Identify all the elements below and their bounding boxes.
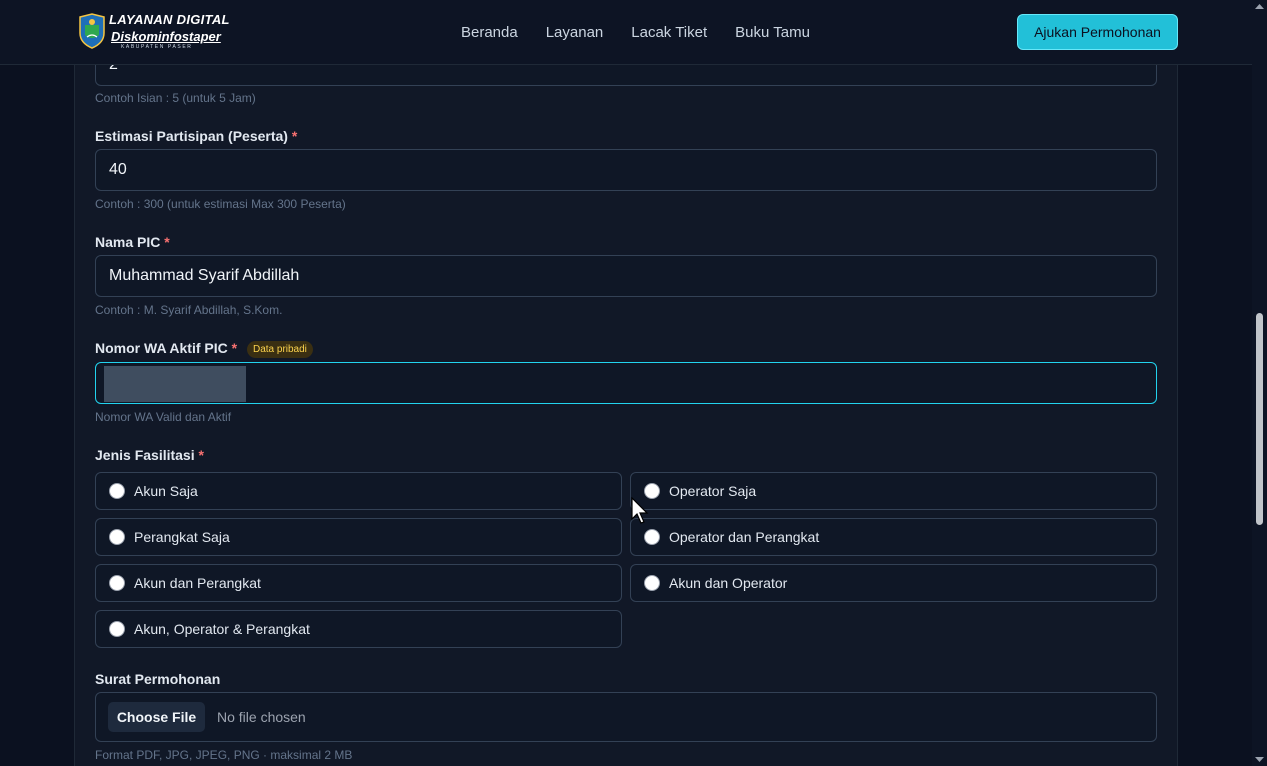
participants-value: 40 bbox=[109, 161, 127, 178]
facility-option-akun-saja[interactable]: Akun Saja bbox=[95, 472, 622, 510]
facility-option-label: Akun, Operator & Perangkat bbox=[134, 621, 310, 637]
required-marker: * bbox=[291, 128, 298, 144]
submit-request-button[interactable]: Ajukan Permohonan bbox=[1017, 14, 1178, 50]
top-header: LAYANAN DIGITAL Diskominfostaper KABUPAT… bbox=[0, 0, 1252, 65]
pic-label: Nama PIC * bbox=[95, 234, 170, 250]
facility-option-label: Perangkat Saja bbox=[134, 529, 230, 545]
pic-label-text: Nama PIC bbox=[95, 234, 161, 250]
site-logo[interactable]: LAYANAN DIGITAL Diskominfostaper KABUPAT… bbox=[77, 11, 237, 53]
emblem-icon bbox=[79, 13, 105, 49]
facility-option-label: Akun dan Perangkat bbox=[134, 575, 261, 591]
page-scrollbar[interactable] bbox=[1252, 0, 1267, 766]
file-upload-field[interactable]: Choose File No file chosen bbox=[95, 692, 1157, 742]
nav-buku-tamu[interactable]: Buku Tamu bbox=[735, 24, 810, 41]
facility-label: Jenis Fasilitasi * bbox=[95, 447, 204, 463]
logo-title: LAYANAN DIGITAL bbox=[109, 12, 230, 27]
pic-name-value: Muhammad Syarif Abdillah bbox=[109, 267, 300, 284]
redacted-value bbox=[104, 366, 246, 402]
facility-option-akun-dan-perangkat[interactable]: Akun dan Perangkat bbox=[95, 564, 622, 602]
logo-caption: KABUPATEN PASER bbox=[121, 44, 193, 50]
participants-input[interactable]: 40 bbox=[95, 149, 1157, 191]
radio-icon[interactable] bbox=[109, 483, 125, 499]
facility-option-label: Operator Saja bbox=[669, 483, 757, 499]
private-data-badge: Data pribadi bbox=[246, 341, 313, 358]
participants-label-text: Estimasi Partisipan (Peserta) bbox=[95, 128, 288, 144]
scroll-up-icon[interactable] bbox=[1255, 3, 1264, 10]
required-marker: * bbox=[231, 340, 238, 356]
facility-option-akun-dan-operator[interactable]: Akun dan Operator bbox=[630, 564, 1157, 602]
scroll-thumb[interactable] bbox=[1256, 313, 1263, 525]
duration-hint: Contoh Isian : 5 (untuk 5 Jam) bbox=[95, 91, 256, 105]
wa-number-input[interactable] bbox=[95, 362, 1157, 404]
facility-option-operator-saja[interactable]: Operator Saja bbox=[630, 472, 1157, 510]
participants-label: Estimasi Partisipan (Peserta) * bbox=[95, 128, 297, 144]
mouse-cursor-icon bbox=[631, 497, 649, 524]
radio-icon[interactable] bbox=[109, 575, 125, 591]
facility-option-label: Akun Saja bbox=[134, 483, 198, 499]
pic-name-input[interactable]: Muhammad Syarif Abdillah bbox=[95, 255, 1157, 297]
radio-icon[interactable] bbox=[644, 575, 660, 591]
radio-icon[interactable] bbox=[644, 529, 660, 545]
nav-lacak-tiket[interactable]: Lacak Tiket bbox=[631, 24, 707, 41]
main-nav: Beranda Layanan Lacak Tiket Buku Tamu bbox=[461, 24, 838, 41]
pic-hint: Contoh : M. Syarif Abdillah, S.Kom. bbox=[95, 303, 283, 317]
facility-option-operator-dan-perangkat[interactable]: Operator dan Perangkat bbox=[630, 518, 1157, 556]
file-hint: Format PDF, JPG, JPEG, PNG · maksimal 2 … bbox=[95, 748, 353, 762]
required-marker: * bbox=[198, 447, 204, 463]
scroll-down-icon[interactable] bbox=[1255, 756, 1264, 763]
facility-option-akun-operator-perangkat[interactable]: Akun, Operator & Perangkat bbox=[95, 610, 622, 648]
wa-hint: Nomor WA Valid dan Aktif bbox=[95, 410, 232, 424]
facility-label-text: Jenis Fasilitasi bbox=[95, 447, 195, 463]
required-marker: * bbox=[164, 234, 170, 250]
radio-icon[interactable] bbox=[109, 621, 125, 637]
facility-option-perangkat-saja[interactable]: Perangkat Saja bbox=[95, 518, 622, 556]
wa-label-text: Nomor WA Aktif PIC bbox=[95, 340, 228, 356]
nav-layanan[interactable]: Layanan bbox=[546, 24, 604, 41]
facility-option-label: Akun dan Operator bbox=[669, 575, 788, 591]
choose-file-button[interactable]: Choose File bbox=[108, 702, 205, 732]
participants-hint: Contoh : 300 (untuk estimasi Max 300 Pes… bbox=[95, 197, 346, 211]
nav-beranda[interactable]: Beranda bbox=[461, 24, 518, 41]
letter-label: Surat Permohonan bbox=[95, 671, 221, 687]
file-status: No file chosen bbox=[217, 709, 306, 725]
wa-label: Nomor WA Aktif PIC * Data pribadi bbox=[95, 340, 313, 359]
radio-icon[interactable] bbox=[109, 529, 125, 545]
logo-subtitle: Diskominfostaper bbox=[111, 29, 221, 44]
facility-option-label: Operator dan Perangkat bbox=[669, 529, 820, 545]
